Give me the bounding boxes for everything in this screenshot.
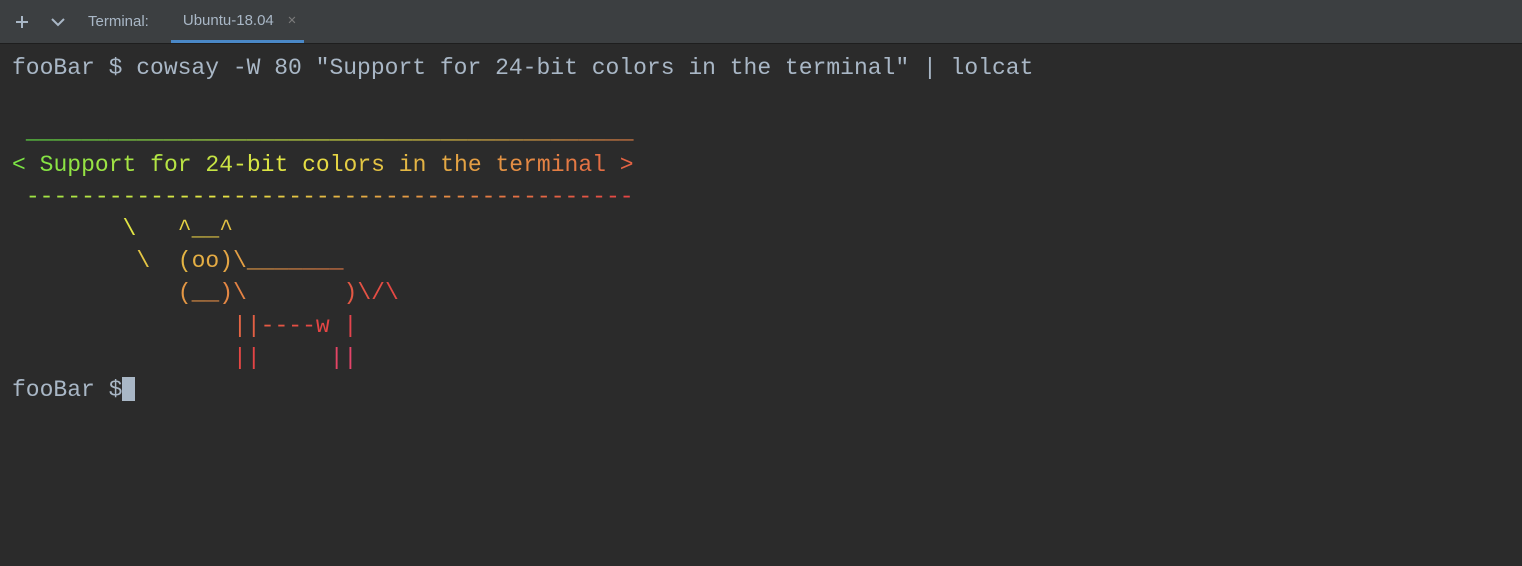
close-icon[interactable]: ✕	[284, 8, 300, 33]
new-tab-button[interactable]	[10, 10, 34, 34]
tab-label: Ubuntu-18.04	[183, 12, 274, 29]
dropdown-icon[interactable]	[46, 10, 70, 34]
output-line-4: \ ^__^	[12, 216, 233, 242]
command-text: cowsay -W 80 "Support for 24-bit colors …	[122, 55, 1033, 81]
tab-ubuntu[interactable]: Ubuntu-18.04 ✕	[171, 0, 304, 43]
output-line-7: ||----w |	[12, 313, 357, 339]
output-line-1: ________________________________________…	[12, 119, 634, 145]
titlebar-label: Terminal:	[88, 13, 149, 30]
output-line-5: \ (oo)\_______	[12, 248, 344, 274]
output-line-3: ----------------------------------------…	[12, 184, 634, 210]
cursor	[122, 377, 135, 401]
output-line-8: || ||	[12, 345, 357, 371]
prompt-text: fooBar $	[12, 55, 122, 81]
output-line-6: (__)\ )\/\	[12, 280, 399, 306]
titlebar: Terminal: Ubuntu-18.04 ✕	[0, 0, 1522, 44]
output-line-2: < Support for 24-bit colors in the termi…	[12, 152, 634, 178]
prompt-text-2: fooBar $	[12, 377, 122, 403]
terminal-output[interactable]: fooBar $ cowsay -W 80 "Support for 24-bi…	[0, 44, 1522, 414]
